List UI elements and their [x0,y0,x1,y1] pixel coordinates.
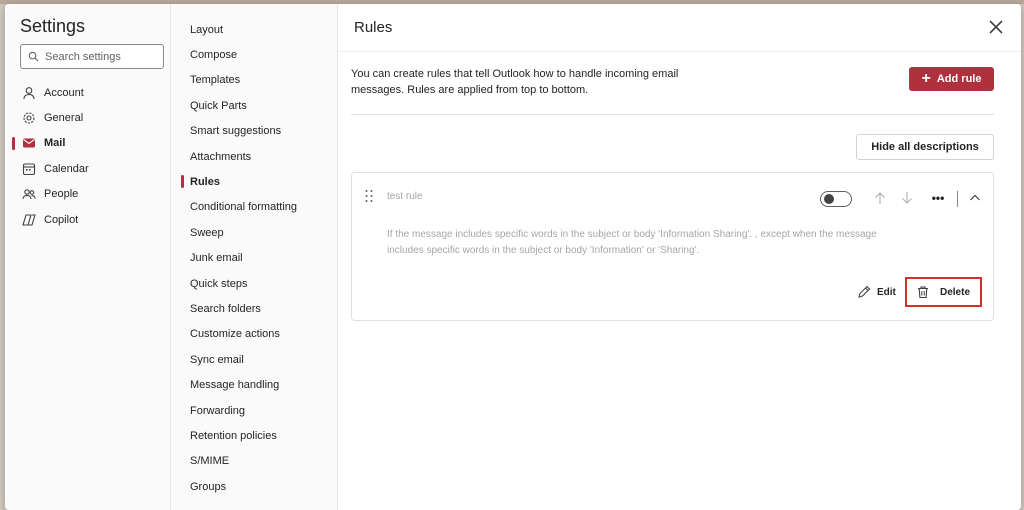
gear-icon [22,111,36,125]
settings-item-people[interactable]: People [5,182,170,207]
pencil-icon [858,285,871,298]
people-icon [22,187,36,201]
search-icon [28,51,39,62]
settings-item-label: General [44,112,84,125]
settings-title: Settings [20,16,86,36]
mail-nav-item[interactable]: Layout [171,17,337,42]
move-down-button[interactable] [899,189,915,207]
mail-nav-item[interactable]: S/MIME [171,449,337,474]
mail-nav-item[interactable]: Retention policies [171,423,337,448]
add-rule-label: Add rule [936,73,982,85]
mail-nav-item[interactable]: Sync email [171,347,337,372]
delete-rule-button[interactable]: Delete [905,277,982,307]
mail-nav-item[interactable]: Forwarding [171,398,337,423]
search-settings-box[interactable] [20,44,164,69]
close-button[interactable] [987,18,1005,36]
settings-item-calendar[interactable]: Calendar [5,156,170,181]
trash-icon [918,286,928,299]
rule-name: test rule [387,191,423,202]
mail-nav-item[interactable]: Templates [171,68,337,93]
settings-dialog: Settings Account General [5,4,1021,510]
plus-icon: + [921,70,931,87]
rule-card: test rule ••• If the message includes sp… [351,172,994,321]
mail-nav-item[interactable]: Compose [171,42,337,67]
rule-description: If the message includes specific words i… [387,229,877,256]
mail-nav-item[interactable]: Groups [171,474,337,499]
move-up-button[interactable] [872,189,888,207]
mail-nav-item[interactable]: Attachments [171,144,337,169]
mail-nav-item-rules[interactable]: Rules [171,169,337,194]
settings-item-label: Mail [44,137,66,150]
add-rule-button[interactable]: + Add rule [909,67,994,91]
settings-item-label: Account [44,86,84,99]
close-icon [989,20,1003,34]
drag-handle-icon[interactable] [364,189,374,203]
rules-description: You can create rules that tell Outlook h… [351,68,679,96]
header-divider [338,51,1021,52]
calendar-icon [22,162,36,176]
search-settings-input[interactable] [45,50,155,63]
rules-pane: Rules You can create rules that tell Out… [338,4,1021,510]
mail-settings-nav: Layout Compose Templates Quick Parts Sma… [171,4,338,510]
toggle-knob [824,194,834,204]
settings-item-label: Copilot [44,213,79,226]
page-title: Rules [354,19,393,36]
chevron-up-icon [970,194,980,201]
person-icon [22,86,36,100]
delete-label: Delete [940,286,971,298]
settings-item-general[interactable]: General [5,105,170,130]
settings-item-label: People [44,188,79,201]
controls-separator [957,191,958,207]
settings-item-copilot[interactable]: Copilot [5,207,170,232]
mail-nav-item[interactable]: Customize actions [171,322,337,347]
section-divider [351,114,994,115]
arrow-up-icon [875,192,885,204]
arrow-down-icon [902,192,912,204]
settings-item-account[interactable]: Account [5,80,170,105]
hide-all-descriptions-button[interactable]: Hide all descriptions [856,134,994,160]
settings-item-label: Calendar [44,162,89,175]
mail-icon [22,136,36,150]
more-options-button[interactable]: ••• [930,189,946,207]
mail-nav-item[interactable]: Message handling [171,372,337,397]
mail-nav-item[interactable]: Quick Parts [171,93,337,118]
edit-rule-button[interactable]: Edit [857,283,896,301]
mail-nav-item[interactable]: Search folders [171,296,337,321]
edit-label: Edit [877,286,896,298]
copilot-icon [22,213,36,227]
mail-nav-item[interactable]: Conditional formatting [171,195,337,220]
mail-nav-item[interactable]: Smart suggestions [171,119,337,144]
rule-enabled-toggle[interactable] [820,191,852,207]
mail-nav-item[interactable]: Sweep [171,220,337,245]
settings-item-mail[interactable]: Mail [5,131,170,156]
settings-sidebar: Settings Account General [5,4,171,510]
collapse-button[interactable] [967,189,983,207]
mail-nav-item[interactable]: Junk email [171,246,337,271]
mail-nav-item[interactable]: Quick steps [171,271,337,296]
